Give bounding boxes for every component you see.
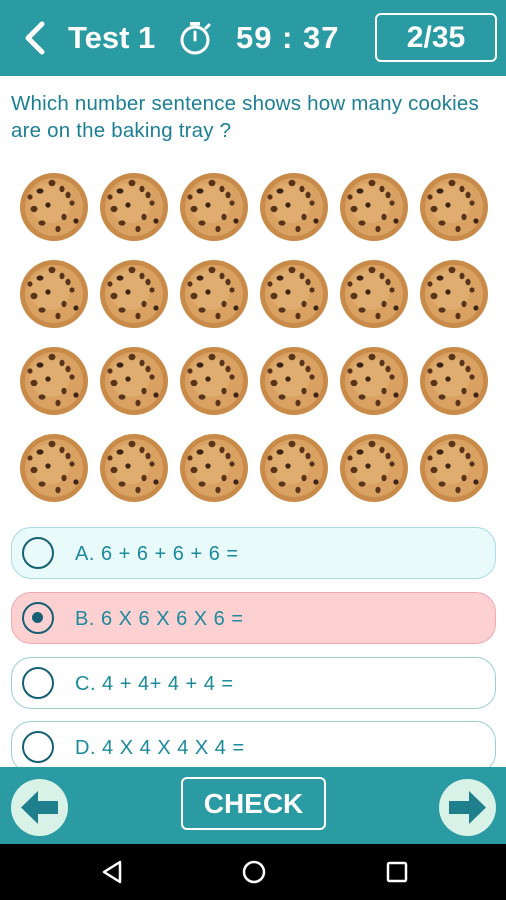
cookie-image (180, 346, 248, 415)
cookie-cell (334, 250, 414, 337)
cookie-image (100, 433, 168, 502)
cookie-image (260, 172, 328, 241)
cookie-image (420, 259, 488, 328)
cookie-cell (94, 250, 174, 337)
cookie-image (100, 172, 168, 241)
option-c[interactable]: C. 4 + 4+ 4 + 4 = (11, 657, 496, 709)
top-bar: Test 1 59 : 37 2/35 (0, 0, 506, 76)
previous-button[interactable] (11, 779, 68, 836)
cookie-cell (94, 337, 174, 424)
square-recents-icon[interactable] (383, 858, 411, 886)
cookie-cell (94, 424, 174, 511)
cookie-cell (94, 163, 174, 250)
option-a[interactable]: A. 6 + 6 + 6 + 6 = (11, 527, 496, 579)
arrow-right-icon (449, 791, 486, 824)
question-progress: 2/35 (375, 13, 497, 62)
cookie-image (260, 433, 328, 502)
question-text: Which number sentence shows how many coo… (11, 92, 479, 142)
cookie-image (100, 346, 168, 415)
cookie-image (180, 433, 248, 502)
cookie-image (260, 259, 328, 328)
cookie-cell (254, 250, 334, 337)
cookie-cell (14, 337, 94, 424)
cookie-cell (254, 163, 334, 250)
next-button[interactable] (439, 779, 496, 836)
cookie-cell (174, 424, 254, 511)
cookie-cell (14, 424, 94, 511)
arrow-left-icon (21, 791, 58, 824)
cookie-image (260, 346, 328, 415)
bottom-bar: CHECK (0, 767, 506, 844)
option-b[interactable]: B. 6 X 6 X 6 X 6 = (11, 592, 496, 644)
option-d[interactable]: D. 4 X 4 X 4 X 4 = (11, 721, 496, 773)
cookie-cell (334, 337, 414, 424)
test-title: Test 1 (68, 20, 156, 55)
option-label: A. 6 + 6 + 6 + 6 = (75, 543, 239, 565)
radio-empty-icon[interactable] (22, 731, 54, 763)
cookie-image (340, 433, 408, 502)
cookie-image (420, 172, 488, 241)
cookie-image (420, 433, 488, 502)
cookie-image (340, 346, 408, 415)
cookie-image (180, 172, 248, 241)
check-button[interactable]: CHECK (181, 777, 326, 830)
option-label: B. 6 X 6 X 6 X 6 = (75, 608, 244, 630)
cookie-cell (254, 337, 334, 424)
stopwatch-icon (180, 22, 211, 55)
cookie-image (20, 172, 88, 241)
cookie-image (420, 346, 488, 415)
cookie-cell (414, 424, 494, 511)
cookie-image (20, 346, 88, 415)
system-navigation-bar (0, 844, 506, 900)
back-button[interactable] (18, 18, 54, 58)
cookie-cell (414, 337, 494, 424)
cookie-image (340, 172, 408, 241)
radio-empty-icon[interactable] (22, 667, 54, 699)
cookie-cell (14, 250, 94, 337)
cookie-image (100, 259, 168, 328)
option-label: C. 4 + 4+ 4 + 4 = (75, 673, 234, 695)
timer-display: 59 : 37 (236, 20, 340, 55)
cookie-image (180, 259, 248, 328)
radio-empty-icon[interactable] (22, 537, 54, 569)
cookie-cell (254, 424, 334, 511)
chevron-left-icon (25, 21, 45, 55)
cookie-cell (414, 250, 494, 337)
cookie-cell (14, 163, 94, 250)
circle-home-icon[interactable] (240, 858, 268, 886)
cookie-cell (334, 424, 414, 511)
cookie-tray (14, 163, 494, 508)
cookie-cell (174, 337, 254, 424)
cookie-image (340, 259, 408, 328)
cookie-cell (174, 250, 254, 337)
option-label: D. 4 X 4 X 4 X 4 = (75, 737, 245, 759)
cookie-cell (334, 163, 414, 250)
cookie-cell (174, 163, 254, 250)
radio-selected-icon[interactable] (22, 602, 54, 634)
cookie-image (20, 259, 88, 328)
cookie-image (20, 433, 88, 502)
triangle-back-icon[interactable] (98, 858, 126, 886)
cookie-cell (414, 163, 494, 250)
